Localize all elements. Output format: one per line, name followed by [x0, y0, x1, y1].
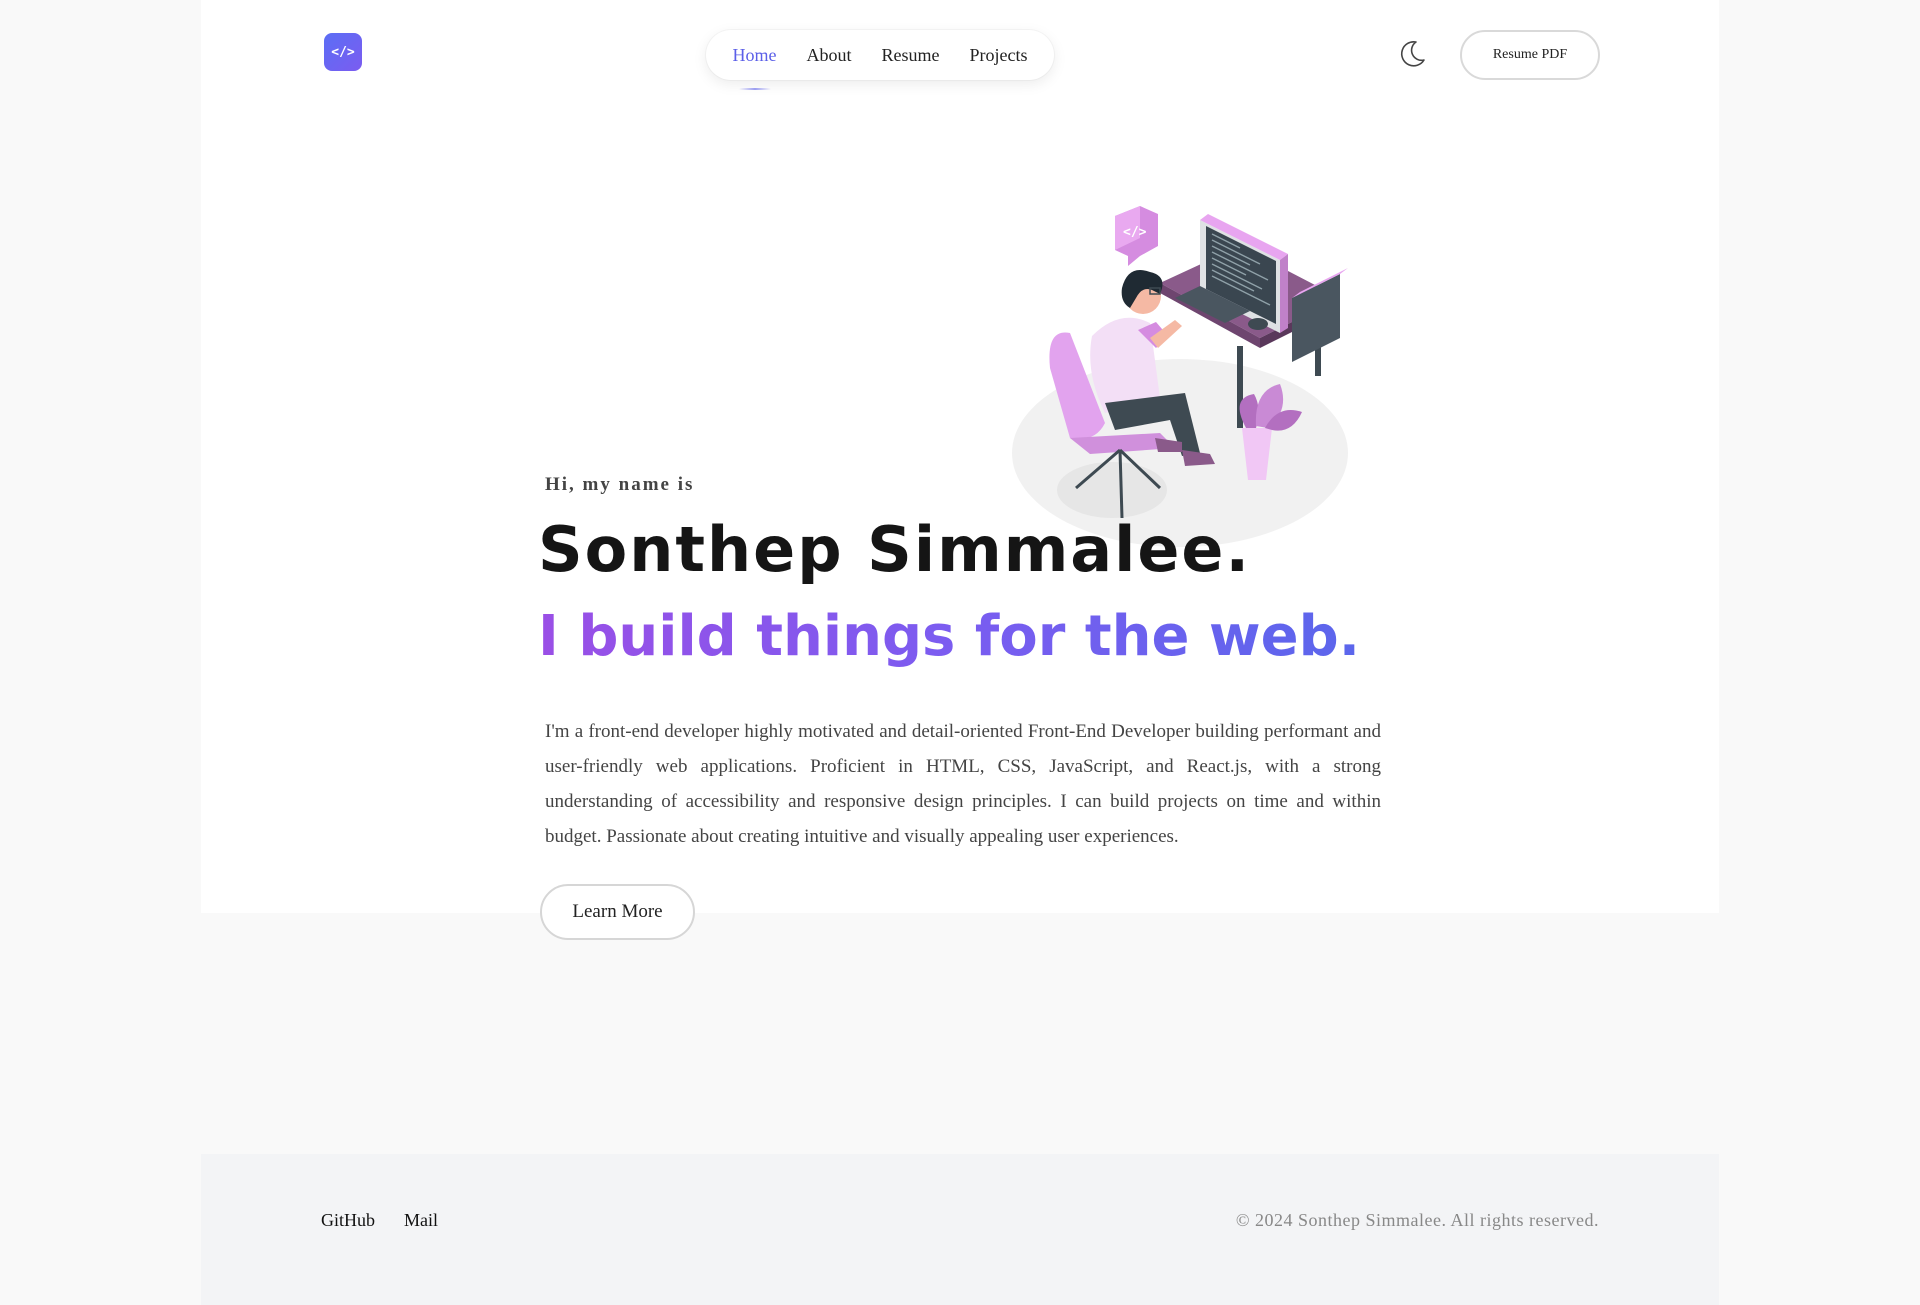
footer-links: GitHub Mail: [321, 1210, 438, 1231]
footer-mail-link[interactable]: Mail: [404, 1210, 438, 1231]
logo-code-icon[interactable]: </>: [324, 33, 362, 71]
main-nav: Home About Resume Projects: [706, 30, 1054, 90]
nav-home[interactable]: Home: [733, 45, 777, 90]
learn-more-button[interactable]: Learn More: [540, 884, 695, 940]
footer: GitHub Mail © 2024 Sonthep Simmalee. All…: [201, 1154, 1719, 1305]
hero-name: Sonthep Simmalee.: [538, 513, 1252, 586]
hero-tagline: I build things for the web.: [538, 604, 1361, 669]
moon-icon[interactable]: [1396, 38, 1428, 70]
copyright-text: © 2024 Sonthep Simmalee. All rights rese…: [1235, 1210, 1599, 1230]
footer-github-link[interactable]: GitHub: [321, 1210, 375, 1231]
resume-pdf-button[interactable]: Resume PDF: [1460, 30, 1600, 80]
developer-at-desk-illustration: </>: [1010, 198, 1360, 553]
nav-projects[interactable]: Projects: [970, 45, 1028, 66]
nav-resume[interactable]: Resume: [882, 45, 940, 66]
hero-bio: I'm a front-end developer highly motivat…: [545, 721, 1381, 847]
nav-about[interactable]: About: [807, 45, 852, 66]
svg-text:</>: </>: [1123, 225, 1147, 240]
hero-greeting: Hi, my name is: [545, 474, 695, 495]
